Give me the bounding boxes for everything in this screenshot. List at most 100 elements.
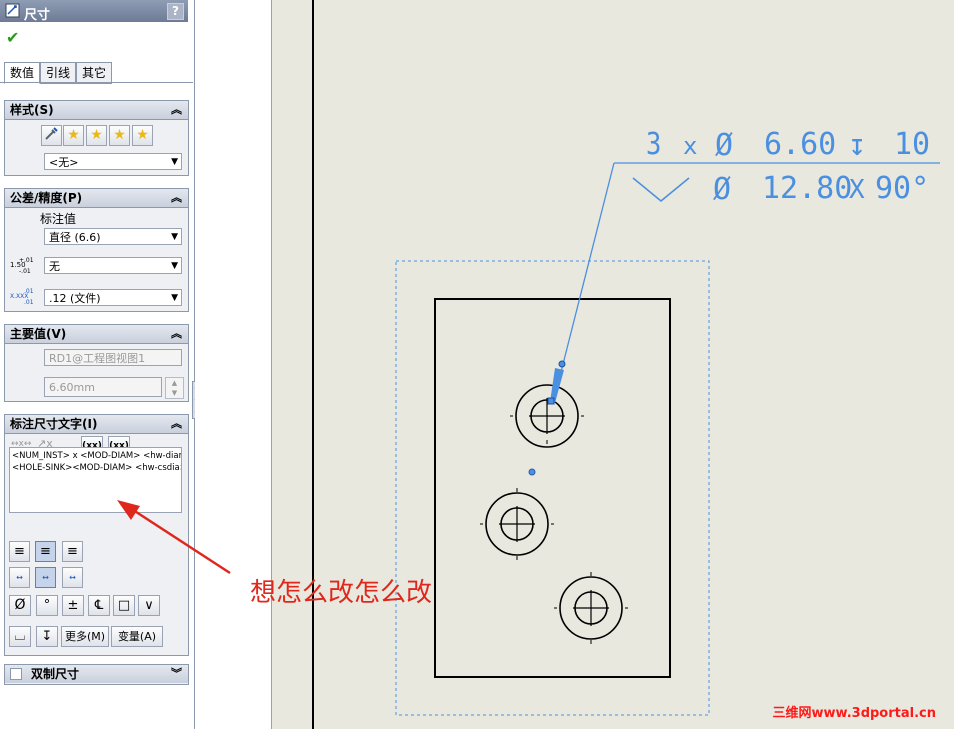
- drawing-canvas[interactable]: 3 x Ø 6.60 ↧ 10 Ø 12.80 X 90°: [272, 0, 954, 729]
- align-right-icon: ≡: [67, 544, 78, 559]
- expand-chevron-icon[interactable]: ︾: [171, 665, 182, 683]
- centerline-symbol-button[interactable]: ℄: [88, 595, 110, 616]
- ok-checkmark-icon[interactable]: ✔: [6, 28, 19, 47]
- callout-count: 3: [646, 126, 661, 162]
- align-center-button[interactable]: ≡: [35, 541, 56, 562]
- tab-divider: [0, 82, 193, 83]
- text-position-middle-button[interactable]: ↔: [35, 567, 56, 588]
- primary-value-group-header[interactable]: 主要值(V) ︽: [5, 325, 188, 344]
- save-style-button[interactable]: ★: [109, 125, 130, 146]
- panel-title: 尺寸: [24, 8, 51, 23]
- dual-dimension-group-title: 双制尺寸: [31, 667, 80, 681]
- callout-csk-diameter: 12.80: [762, 171, 852, 206]
- dimension-icon: [5, 3, 20, 18]
- plus-minus-symbol-button[interactable]: ±: [62, 595, 84, 616]
- dimension-value-select[interactable]: 直径 (6.6) ▼: [44, 228, 182, 245]
- panel-titlebar: 尺寸 ?: [0, 0, 188, 23]
- depth-icon: ↧: [848, 128, 866, 163]
- primary-value-group-title: 主要值(V): [10, 327, 67, 341]
- collapse-chevron-icon[interactable]: ︽: [171, 101, 182, 119]
- tolerance-group-header[interactable]: 公差/精度(P) ︽: [5, 189, 188, 208]
- square-symbol-button[interactable]: □: [113, 595, 135, 616]
- precision-select[interactable]: .12 (文件) ▼: [44, 289, 182, 306]
- depth-symbol-button[interactable]: ↧: [36, 626, 58, 647]
- reference-name-field[interactable]: RD1@工程图视图1: [44, 349, 182, 366]
- property-manager-panel: 尺寸 ? ✔ 数值 引线 其它 样式(S) ︽ ★ ★ ★ ★ <无> ▼ 公差…: [0, 0, 195, 729]
- dimension-text-line-2: <HOLE-SINK><MOD-DIAM> <hw-csdia> X <hw-c…: [12, 463, 182, 473]
- align-left-button[interactable]: ≡: [9, 541, 30, 562]
- apply-style-button[interactable]: [41, 125, 62, 146]
- tolerance-type-icon: +.01 1.50 -.01: [10, 257, 40, 275]
- text-position-above-button[interactable]: ↔: [9, 567, 30, 588]
- dual-dimension-group-header[interactable]: 双制尺寸 ︾: [5, 665, 188, 683]
- tolerance-group-title: 公差/精度(P): [10, 191, 83, 205]
- degree-symbol-button[interactable]: °: [36, 595, 58, 616]
- tol-icon-sub: -.01: [19, 268, 31, 275]
- drag-handle-dot[interactable]: [528, 468, 536, 476]
- callout-csk-angle: 90°: [875, 171, 929, 206]
- hole-callout-line-2[interactable]: Ø 12.80 X 90°: [632, 171, 929, 207]
- counterbore-symbol-button[interactable]: ⌴: [9, 626, 31, 647]
- help-button[interactable]: ?: [167, 3, 184, 20]
- dimension-value-select-value: 直径 (6.6): [49, 231, 101, 244]
- tolerance-type-select[interactable]: 无 ▼: [44, 257, 182, 274]
- callout-diameter-value: 6.60: [764, 127, 836, 162]
- part-outline[interactable]: [434, 298, 671, 678]
- star-save-icon: ★: [113, 127, 126, 143]
- callout-depth-value: 10: [894, 127, 930, 162]
- dimension-text-group-header[interactable]: 标注尺寸文字(I) ︽: [5, 415, 188, 434]
- dual-dimension-group: 双制尺寸 ︾: [4, 664, 189, 685]
- align-right-button[interactable]: ≡: [62, 541, 83, 562]
- style-select[interactable]: <无> ▼: [44, 153, 182, 170]
- align-left-icon: ≡: [14, 544, 25, 559]
- prec-icon-sub: .01: [24, 299, 34, 306]
- viewport-margin: [195, 0, 272, 729]
- countersink-symbol-button[interactable]: ∨: [138, 595, 160, 616]
- dropdown-arrow-icon: ▼: [171, 261, 178, 271]
- star-load-icon: ★: [136, 127, 149, 143]
- tab-value[interactable]: 数值: [4, 62, 40, 84]
- dropdown-arrow-icon: ▼: [171, 232, 178, 242]
- hole-callout-line-1[interactable]: 3 x Ø 6.60 ↧ 10: [646, 126, 930, 163]
- watermark: 三维网www.3dportal.cn: [772, 706, 936, 721]
- add-style-button[interactable]: ★: [63, 125, 84, 146]
- delete-style-button[interactable]: ★: [86, 125, 107, 146]
- value-spin-button[interactable]: ▲ ▼: [165, 377, 184, 399]
- dropdown-arrow-icon: ▼: [171, 293, 178, 303]
- style-group-header[interactable]: 样式(S) ︽: [5, 101, 188, 120]
- tab-leader[interactable]: 引线: [40, 62, 76, 84]
- star-delete-icon: ★: [90, 127, 103, 143]
- tolerance-type-select-value: 无: [49, 260, 60, 273]
- diameter-icon-2: Ø: [713, 172, 731, 207]
- dual-dimension-checkbox[interactable]: [10, 668, 22, 680]
- star-add-icon: ★: [67, 127, 80, 143]
- annotation-text: 想怎么改怎么改: [250, 578, 433, 608]
- tolerance-group: 公差/精度(P) ︽ 标注值 直径 (6.6) ▼ +.01 1.50 -.01…: [4, 188, 189, 312]
- diameter-symbol-button[interactable]: Ø: [9, 595, 31, 616]
- variables-button[interactable]: 变量(A): [111, 626, 163, 647]
- hole-2[interactable]: [480, 488, 554, 560]
- precision-select-value: .12 (文件): [49, 292, 101, 305]
- tab-other[interactable]: 其它: [76, 62, 112, 84]
- dimension-value-text: 6.60mm: [49, 381, 95, 394]
- dropdown-arrow-icon: ▼: [171, 157, 178, 167]
- load-style-button[interactable]: ★: [132, 125, 153, 146]
- primary-value-group: 主要值(V) ︽ RD1@工程图视图1 6.60mm ▲ ▼: [4, 324, 189, 402]
- text-position-below-button[interactable]: ↔: [62, 567, 83, 588]
- dimension-text-group-title: 标注尺寸文字(I): [10, 417, 98, 431]
- countersink-icon: [632, 177, 690, 203]
- collapse-chevron-icon[interactable]: ︽: [171, 415, 182, 433]
- more-symbols-button[interactable]: 更多(M): [61, 626, 109, 647]
- align-center-icon: ≡: [40, 544, 51, 559]
- collapse-chevron-icon[interactable]: ︽: [171, 189, 182, 207]
- reference-name-value: RD1@工程图视图1: [49, 352, 146, 365]
- dimension-value-input[interactable]: 6.60mm: [44, 377, 162, 397]
- hole-1[interactable]: [510, 384, 584, 448]
- drawing-sheet[interactable]: 3 x Ø 6.60 ↧ 10 Ø 12.80 X 90°: [272, 0, 954, 729]
- view-bounding-box[interactable]: [395, 260, 710, 716]
- style-select-value: <无>: [49, 156, 79, 169]
- hole-3[interactable]: [554, 572, 628, 644]
- collapse-chevron-icon[interactable]: ︽: [171, 325, 182, 343]
- dimension-text-editor[interactable]: <NUM_INST> x <MOD-DIAM> <hw-diam> <HOLE-…: [9, 447, 182, 513]
- callout-times: x: [683, 132, 697, 160]
